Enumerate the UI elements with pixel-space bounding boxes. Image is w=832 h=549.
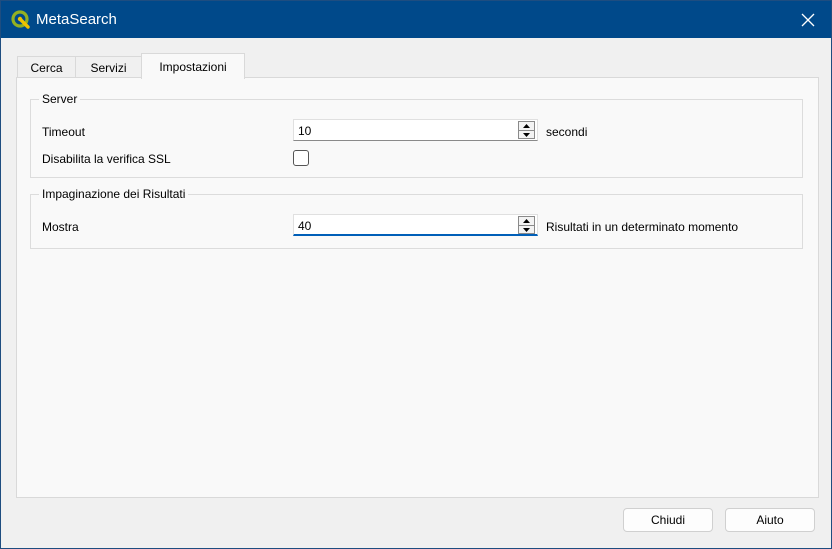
help-button[interactable]: Aiuto: [725, 508, 815, 532]
server-group: Server Timeout 10 secondi Disabilita la …: [30, 92, 803, 178]
timeout-label: Timeout: [42, 125, 85, 139]
tab-label: Servizi: [90, 60, 127, 75]
timeout-suffix: secondi: [546, 125, 588, 139]
show-label: Mostra: [42, 220, 79, 234]
tab-cerca[interactable]: Cerca: [17, 56, 76, 78]
ssl-label: Disabilita la verifica SSL: [42, 152, 171, 166]
paging-group-title: Impaginazione dei Risultati: [39, 187, 189, 201]
tab-label: Cerca: [30, 60, 63, 75]
server-group-title: Server: [39, 92, 81, 106]
results-count-stepper[interactable]: [518, 216, 535, 234]
close-window-button[interactable]: [785, 1, 831, 38]
timeout-value: 10: [298, 124, 312, 138]
disable-ssl-checkbox[interactable]: [293, 150, 309, 166]
settings-panel: Server Timeout 10 secondi Disabilita la …: [16, 77, 819, 498]
tab-impostazioni[interactable]: Impostazioni: [141, 53, 245, 79]
close-button-label: Chiudi: [650, 513, 686, 527]
chevron-up-icon[interactable]: [519, 217, 534, 226]
chevron-down-icon[interactable]: [519, 226, 534, 234]
tab-label: Impostazioni: [159, 59, 227, 74]
window-title: MetaSearch: [36, 11, 117, 28]
paging-group: Impaginazione dei Risultati Mostra 40 Ri…: [30, 187, 803, 249]
title-bar: MetaSearch: [1, 1, 831, 38]
tab-servizi[interactable]: Servizi: [75, 56, 142, 78]
help-button-label: Aiuto: [756, 513, 784, 527]
results-count-spinbox[interactable]: 40: [293, 214, 538, 236]
chevron-down-icon[interactable]: [519, 131, 534, 139]
timeout-stepper[interactable]: [518, 121, 535, 139]
results-count-value: 40: [298, 219, 312, 233]
qgis-logo-icon: [11, 10, 31, 30]
results-suffix: Risultati in un determinato momento: [546, 220, 739, 234]
chevron-up-icon[interactable]: [519, 122, 534, 131]
timeout-spinbox[interactable]: 10: [293, 119, 538, 141]
metasearch-dialog: MetaSearch Cerca Servizi Impostazioni Se…: [0, 0, 832, 549]
close-button[interactable]: Chiudi: [623, 508, 713, 532]
close-icon: [801, 13, 815, 26]
